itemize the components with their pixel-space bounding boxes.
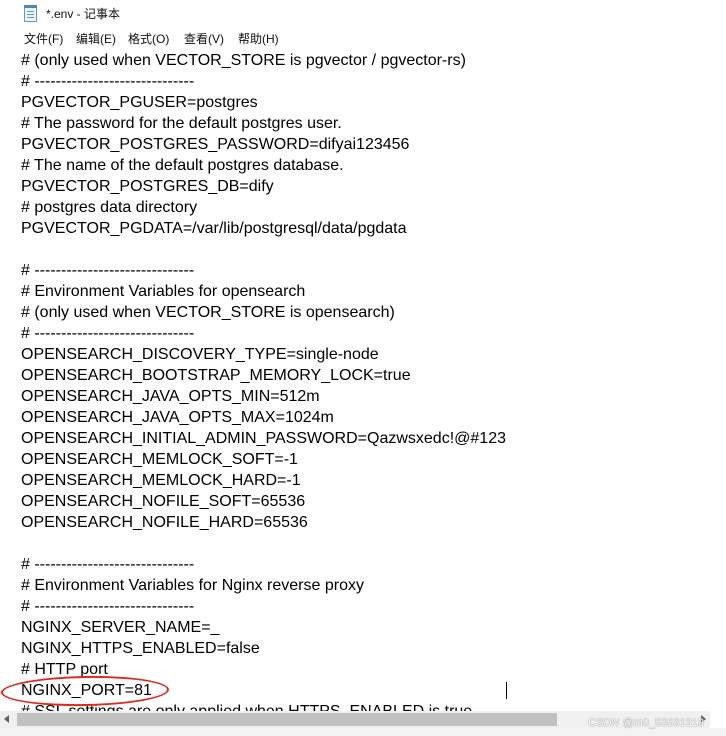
text-line: # postgres data directory (21, 199, 198, 216)
title-bar: *.env - 记事本 (0, 0, 726, 28)
text-line: # Environment Variables for opensearch (21, 283, 306, 300)
text-line: PGVECTOR_PGDATA=/var/lib/postgresql/data… (21, 220, 407, 237)
text-line: # ------------------------------ (21, 73, 195, 90)
text-line: NGINX_PORT=81 (21, 682, 152, 699)
text-line: # (only used when VECTOR_STORE is pgvect… (21, 52, 466, 69)
menu-help[interactable]: 帮助(H) (238, 31, 279, 47)
notepad-icon (24, 5, 37, 22)
text-line: # SSL settings are only applied when HTT… (21, 701, 506, 711)
text-line: # ------------------------------ (21, 325, 195, 342)
menu-view[interactable]: 查看(V) (184, 31, 224, 47)
scrollbar-thumb[interactable] (17, 713, 557, 726)
text-line: OPENSEARCH_NOFILE_SOFT=65536 (21, 493, 306, 510)
text-line: OPENSEARCH_JAVA_OPTS_MIN=512m (21, 388, 320, 405)
window-title: *.env - 记事本 (46, 7, 121, 21)
text-line: OPENSEARCH_MEMLOCK_SOFT=-1 (21, 451, 298, 468)
text-line: OPENSEARCH_BOOTSTRAP_MEMORY_LOCK=true (21, 367, 411, 384)
text-line: # ------------------------------ (21, 262, 195, 279)
scroll-left-arrow-icon[interactable] (4, 715, 9, 723)
text-line: PGVECTOR_PGUSER=postgres (21, 94, 258, 111)
text-caret (506, 682, 507, 699)
text-line (21, 533, 506, 554)
menu-edit[interactable]: 编辑(E) (76, 31, 116, 47)
text-line: # The password for the default postgres … (21, 115, 342, 132)
text-line: # The name of the default postgres datab… (21, 157, 344, 174)
text-content[interactable]: # (only used when VECTOR_STORE is pgvect… (21, 50, 506, 711)
menu-format[interactable]: 格式(O) (128, 31, 169, 47)
text-line: # HTTP port (21, 661, 108, 678)
text-line: OPENSEARCH_NOFILE_HARD=65536 (21, 514, 308, 531)
text-line: NGINX_SERVER_NAME=_ (21, 619, 220, 636)
text-line: OPENSEARCH_INITIAL_ADMIN_PASSWORD=Qazwsx… (21, 430, 506, 447)
text-editor[interactable]: # (only used when VECTOR_STORE is pgvect… (0, 50, 726, 711)
text-line: # ------------------------------ (21, 598, 195, 615)
text-line: # (only used when VECTOR_STORE is opense… (21, 304, 395, 321)
text-line: PGVECTOR_POSTGRES_PASSWORD=difyai123456 (21, 136, 410, 153)
text-line (21, 239, 506, 260)
watermark: CSDN @m0_53531319 (588, 717, 704, 729)
text-line: PGVECTOR_POSTGRES_DB=dify (21, 178, 274, 195)
text-line: OPENSEARCH_DISCOVERY_TYPE=single-node (21, 346, 379, 363)
text-line: NGINX_HTTPS_ENABLED=false (21, 640, 260, 657)
text-line: # ------------------------------ (21, 556, 195, 573)
menu-bar: 文件(F) 编辑(E) 格式(O) 查看(V) 帮助(H) (0, 28, 726, 51)
menu-file[interactable]: 文件(F) (24, 31, 63, 47)
text-line: OPENSEARCH_JAVA_OPTS_MAX=1024m (21, 409, 334, 426)
text-line: OPENSEARCH_MEMLOCK_HARD=-1 (21, 472, 301, 489)
text-line: # Environment Variables for Nginx revers… (21, 577, 364, 594)
